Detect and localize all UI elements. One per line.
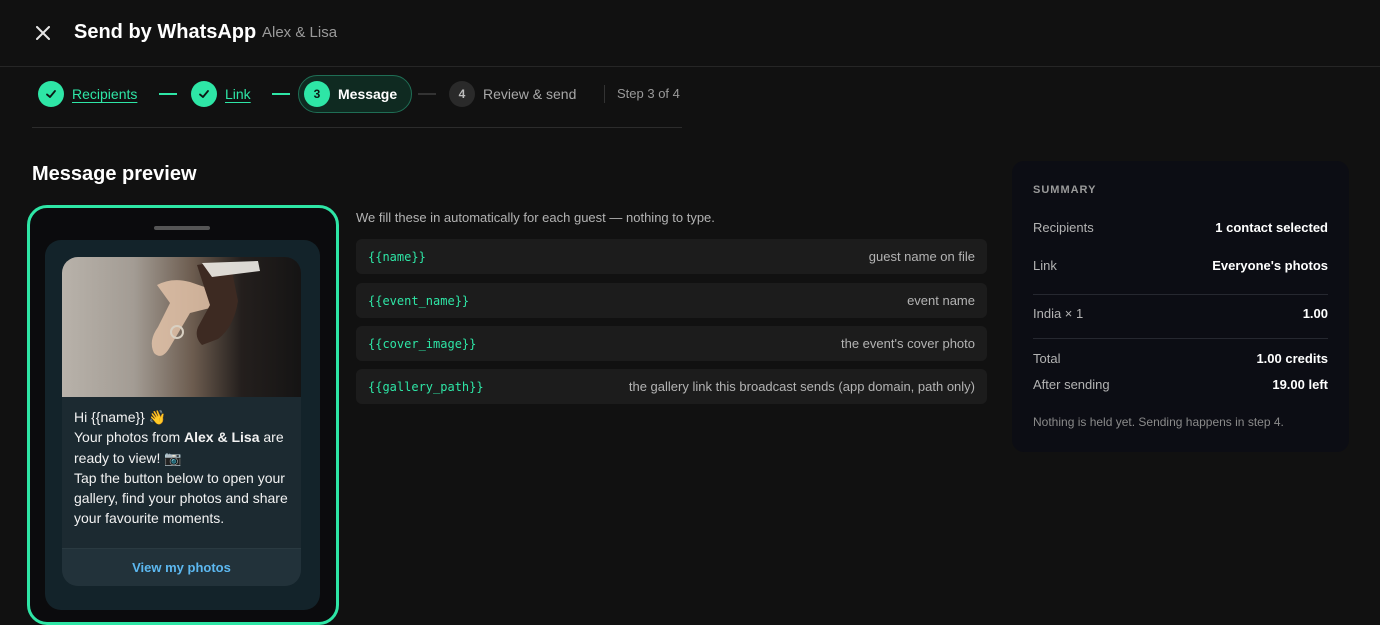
- step-count: Step 3 of 4: [604, 85, 680, 103]
- step-label: Link: [225, 86, 251, 102]
- summary-recipients: Recipients 1 contact selected: [1033, 217, 1328, 237]
- variable-row: {{name}} guest name on file: [356, 239, 987, 274]
- close-icon: [36, 26, 50, 40]
- variable-description: guest name on file: [868, 249, 975, 264]
- section-title: Message preview: [32, 163, 197, 185]
- summary-label: Total: [1033, 350, 1061, 366]
- header: Send by WhatsApp Alex & Lisa: [0, 0, 1380, 67]
- step-review-send: 4 Review & send: [449, 75, 576, 113]
- variable-token: {{gallery_path}}: [368, 379, 484, 394]
- step-number: 4: [449, 81, 475, 107]
- message-text: Hi {{name}} 👋 Your photos from Alex & Li…: [74, 407, 296, 529]
- variable-description: the gallery link this broadcast sends (a…: [628, 379, 975, 394]
- greeting-text: Hi {{name}}: [74, 409, 145, 425]
- page-title: Send by WhatsApp: [74, 21, 257, 43]
- step-label: Recipients: [72, 86, 138, 102]
- variable-token: {{event_name}}: [368, 293, 470, 308]
- variable-token: {{cover_image}}: [368, 336, 477, 351]
- step-link[interactable]: Link: [191, 75, 251, 113]
- variable-row: {{event_name}} event name: [356, 283, 987, 318]
- summary-label: Recipients: [1033, 219, 1094, 235]
- summary-value: 1.00: [1302, 305, 1328, 321]
- summary-link: Link Everyone's photos: [1033, 255, 1328, 275]
- divider: [1033, 294, 1328, 295]
- summary-heading: SUMMARY: [1033, 184, 1097, 196]
- camera-icon: 📷: [164, 449, 182, 466]
- summary-label: After sending: [1033, 376, 1110, 392]
- view-photos-button[interactable]: View my photos: [62, 548, 301, 586]
- step-label: Review & send: [483, 86, 577, 102]
- summary-country: India × 1 1.00: [1033, 303, 1328, 323]
- summary-after-sending: After sending 19.00 left: [1033, 374, 1328, 394]
- step-check-icon: [38, 81, 64, 107]
- summary-label: Link: [1033, 257, 1057, 273]
- message-bubble: Hi {{name}} 👋 Your photos from Alex & Li…: [62, 257, 301, 586]
- step-connector: [159, 93, 177, 95]
- close-button[interactable]: [30, 20, 56, 46]
- variables-intro: We fill these in automatically for each …: [356, 210, 715, 225]
- phone-screen: Hi {{name}} 👋 Your photos from Alex & Li…: [45, 240, 320, 610]
- event-name: Alex & Lisa: [262, 24, 338, 41]
- divider: [32, 127, 682, 128]
- step-label: Message: [338, 86, 398, 102]
- summary-total: Total 1.00 credits: [1033, 348, 1328, 368]
- message-line: Tap the button below to open your galler…: [74, 469, 288, 527]
- step-recipients[interactable]: Recipients: [38, 75, 137, 113]
- phone-notch: [154, 226, 210, 230]
- variable-row: {{cover_image}} the event's cover photo: [356, 326, 987, 361]
- wave-icon: 👋: [148, 409, 167, 425]
- step-message[interactable]: 3 Message: [298, 75, 413, 113]
- summary-value: 1.00 credits: [1256, 350, 1328, 366]
- summary-panel: SUMMARY Recipients 1 contact selected Li…: [1012, 161, 1349, 452]
- message-line: Your photos from: [74, 429, 184, 446]
- summary-value: 19.00 left: [1272, 376, 1328, 392]
- variable-token: {{name}}: [368, 249, 426, 264]
- step-number: 3: [304, 81, 330, 107]
- cover-image: [62, 257, 301, 397]
- variable-row: {{gallery_path}} the gallery link this b…: [356, 369, 987, 404]
- summary-value: Everyone's photos: [1212, 257, 1328, 273]
- variable-description: the event's cover photo: [840, 336, 975, 351]
- summary-value: 1 contact selected: [1215, 219, 1328, 235]
- phone-preview: Hi {{name}} 👋 Your photos from Alex & Li…: [27, 205, 339, 625]
- stepper: Recipients Link 3 Message 4 Review & sen…: [32, 75, 682, 113]
- variable-description: event name: [907, 293, 975, 308]
- summary-label: India × 1: [1033, 305, 1084, 321]
- step-connector: [418, 93, 436, 95]
- summary-note: Nothing is held yet. Sending happens in …: [1033, 415, 1284, 429]
- step-connector: [272, 93, 290, 95]
- divider: [1033, 338, 1328, 339]
- step-check-icon: [191, 81, 217, 107]
- event-name-bold: Alex & Lisa: [184, 429, 260, 446]
